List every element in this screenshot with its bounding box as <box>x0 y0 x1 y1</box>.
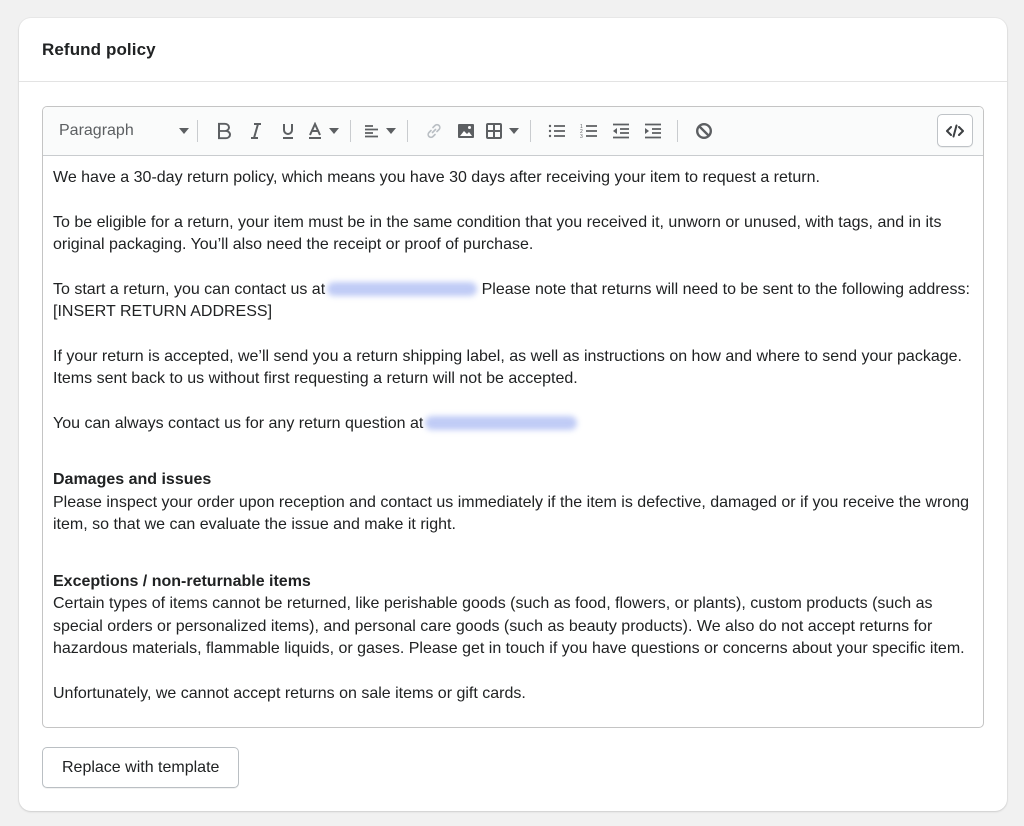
underline-icon <box>283 124 293 139</box>
outdent-icon <box>613 123 629 139</box>
image-button[interactable] <box>453 115 479 147</box>
contact-text: You can always contact us for any return… <box>53 414 424 432</box>
link-icon <box>427 123 441 139</box>
text-color-button[interactable] <box>307 115 339 147</box>
indent-icon <box>645 123 661 139</box>
clear-formatting-icon <box>695 122 713 140</box>
toolbar-divider <box>350 120 351 142</box>
code-view-button[interactable] <box>937 114 973 147</box>
card-title: Refund policy <box>42 39 156 59</box>
underline-button[interactable] <box>275 115 301 147</box>
exceptions-body: Certain types of items cannot be returne… <box>53 595 965 657</box>
toolbar-divider <box>407 120 408 142</box>
svg-text:3: 3 <box>580 134 583 139</box>
numbered-list-button[interactable]: 123 <box>576 115 602 147</box>
align-left-icon <box>365 125 378 138</box>
editor-toolbar: Paragraph 1 2 3 <box>43 107 983 156</box>
indent-button[interactable] <box>640 115 666 147</box>
bulleted-list-icon <box>548 124 565 138</box>
redacted-email <box>327 281 478 296</box>
rich-text-editor: Paragraph 1 2 3 We have a 30-day return … <box>42 106 984 728</box>
toolbar-divider <box>530 120 531 142</box>
format-select-value: Paragraph <box>59 122 134 139</box>
damages-heading: Damages and issues <box>53 471 212 488</box>
paragraph-sale-items: Unfortunately, we cannot accept returns … <box>53 684 526 702</box>
outdent-button[interactable] <box>608 115 634 147</box>
section-exceptions: Exceptions / non-returnable items Certain… <box>53 571 973 661</box>
text-color-icon <box>309 122 321 139</box>
table-button[interactable] <box>485 115 519 147</box>
link-button[interactable] <box>421 115 447 147</box>
chevron-down-icon <box>386 128 396 134</box>
editor-content[interactable]: We have a 30-day return policy, which me… <box>43 156 983 727</box>
chevron-down-icon <box>509 128 519 134</box>
format-select[interactable]: Paragraph <box>59 115 189 147</box>
paragraph-accepted-return: If your return is accepted, we’ll send y… <box>53 347 962 388</box>
paragraph-contact: You can always contact us for any return… <box>53 413 973 436</box>
paragraph-eligibility: To be eligible for a return, your item m… <box>53 213 942 254</box>
numbered-list-icon: 123 <box>580 124 597 139</box>
bold-icon <box>218 122 231 140</box>
card-header: Refund policy <box>19 18 1007 82</box>
section-damages: Damages and issues Please inspect your or… <box>53 469 973 537</box>
refund-policy-card: Refund policy Paragraph 1 2 3 We have a … <box>19 18 1007 811</box>
redacted-email <box>425 415 578 430</box>
image-icon <box>458 124 474 138</box>
align-button[interactable] <box>364 115 396 147</box>
code-icon <box>946 124 964 137</box>
damages-body: Please inspect your order upon reception… <box>53 493 970 534</box>
chevron-down-icon <box>179 128 189 134</box>
bold-button[interactable] <box>211 115 237 147</box>
italic-button[interactable] <box>243 115 269 147</box>
italic-icon <box>251 123 261 139</box>
toolbar-divider <box>197 120 198 142</box>
bulleted-list-button[interactable] <box>544 115 570 147</box>
chevron-down-icon <box>329 128 339 134</box>
replace-with-template-button[interactable]: Replace with template <box>42 747 240 788</box>
toolbar-divider <box>677 120 678 142</box>
paragraph-return-window: We have a 30-day return policy, which me… <box>53 169 820 186</box>
table-icon <box>486 123 502 139</box>
start-return-text: To start a return, you can contact us at <box>53 280 326 298</box>
paragraph-start-return: To start a return, you can contact us at… <box>53 279 973 324</box>
exceptions-heading: Exceptions / non-returnable items <box>53 572 311 590</box>
clear-formatting-button[interactable] <box>691 115 717 147</box>
